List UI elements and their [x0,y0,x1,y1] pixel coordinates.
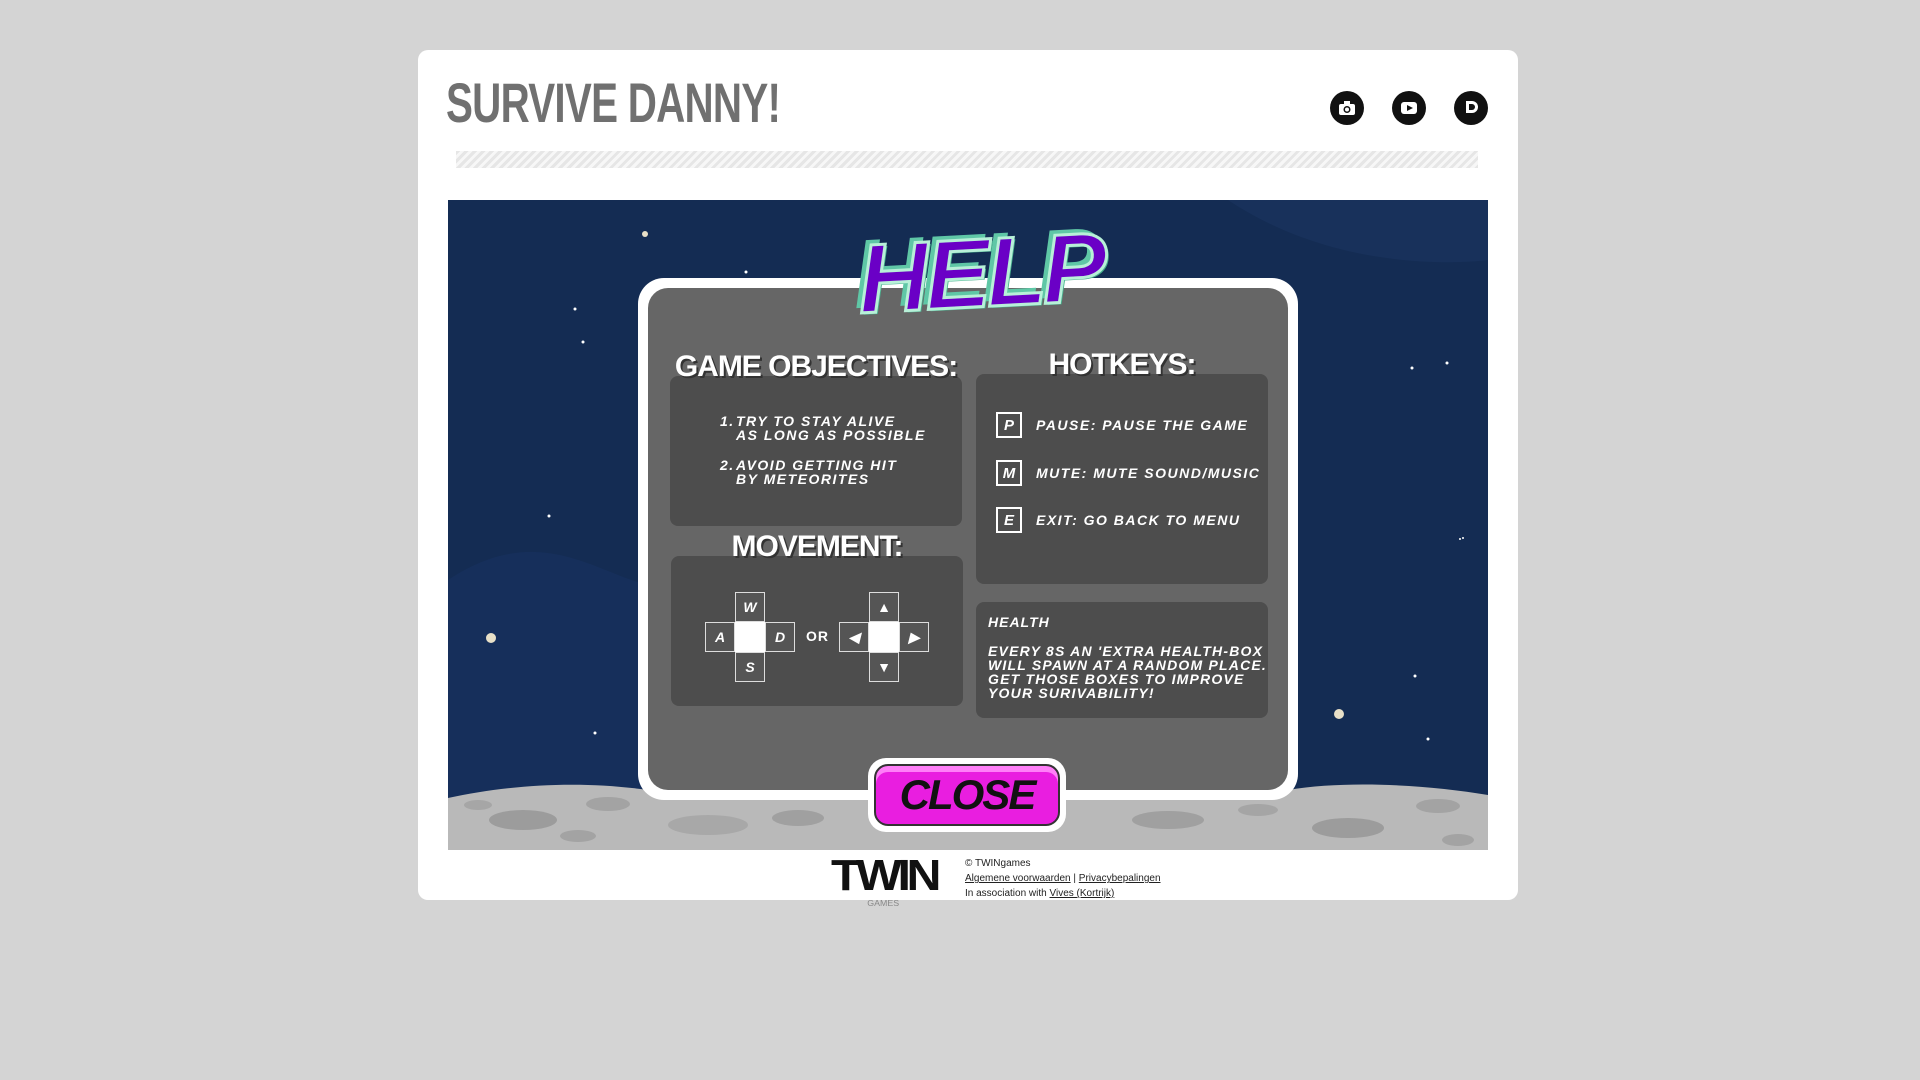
arrow-left-icon: ◀ [839,622,869,652]
page-title: SURVIVE DANNY! [446,71,781,134]
dpad-center [735,622,765,652]
hotkey-description: PAUSE: PAUSE THE GAME [1036,417,1249,433]
objectives-list: 1. TRY TO STAY ALIVE AS LONG AS POSSIBLE … [720,414,926,502]
hotkey-description: MUTE: MUTE SOUND/MUSIC [1036,465,1261,481]
divider-stripe [456,151,1478,168]
camera-icon[interactable] [1330,91,1364,125]
association-text: In association with [965,888,1047,899]
key-s: S [735,652,765,682]
arrow-right-icon: ▶ [899,622,929,652]
key-a: A [705,622,735,652]
dpad-center [869,622,899,652]
main-card: SURVIVE DANNY! HELP GAME OBJECTIVES: 1. … [418,50,1518,909]
key-w: W [735,592,765,622]
vives-link[interactable]: Vives (Kortrijk) [1050,888,1115,899]
terms-link[interactable]: Algemene voorwaarden [965,873,1071,884]
legal-info: © TWINgames Algemene voorwaarden | Priva… [965,856,1161,901]
arrow-up-icon: ▲ [869,592,899,622]
key-d: D [765,622,795,652]
hotkeys-title: HOTKEYS: [1048,348,1196,381]
help-title: HELP [854,210,1108,336]
movement-title: MOVEMENT: [731,530,904,563]
footer: TWIN GAMES © TWINgames Algemene voorwaar… [831,851,1161,909]
discord-icon[interactable] [1454,91,1488,125]
privacy-link[interactable]: Privacybepalingen [1079,873,1161,884]
twin-games-logo: TWIN GAMES [831,851,941,909]
close-button-label[interactable]: CLOSE [874,764,1060,826]
objectives-title: GAME OBJECTIVES: [674,350,958,383]
health-description: EVERY 8s AN 'EXTRA HEALTH-BOX WILL SPAWN… [988,643,1268,701]
keycap: P [996,412,1022,438]
copyright-text: © TWINgames [965,858,1031,869]
game-canvas: HELP GAME OBJECTIVES: 1. TRY TO STAY ALI… [448,200,1488,850]
separator: | [1073,873,1077,884]
keycap: M [996,460,1022,486]
hotkey-row: M MUTE: MUTE SOUND/MUSIC [996,460,1260,486]
arrow-down-icon: ▼ [869,652,899,682]
keycap: E [996,507,1022,533]
health-title: HEALTH [988,614,1050,630]
hotkey-description: EXIT: GO BACK TO MENU [1036,512,1241,528]
or-label: OR [806,628,829,644]
youtube-icon[interactable] [1392,91,1426,125]
list-item: 1. TRY TO STAY ALIVE AS LONG AS POSSIBLE [720,413,926,443]
list-item: 2. AVOID GETTING HIT BY METEORITES [720,457,898,487]
hotkey-row: P PAUSE: PAUSE THE GAME [996,412,1248,438]
close-button[interactable]: CLOSE [868,758,1066,832]
hotkey-row: E EXIT: GO BACK TO MENU [996,507,1240,533]
